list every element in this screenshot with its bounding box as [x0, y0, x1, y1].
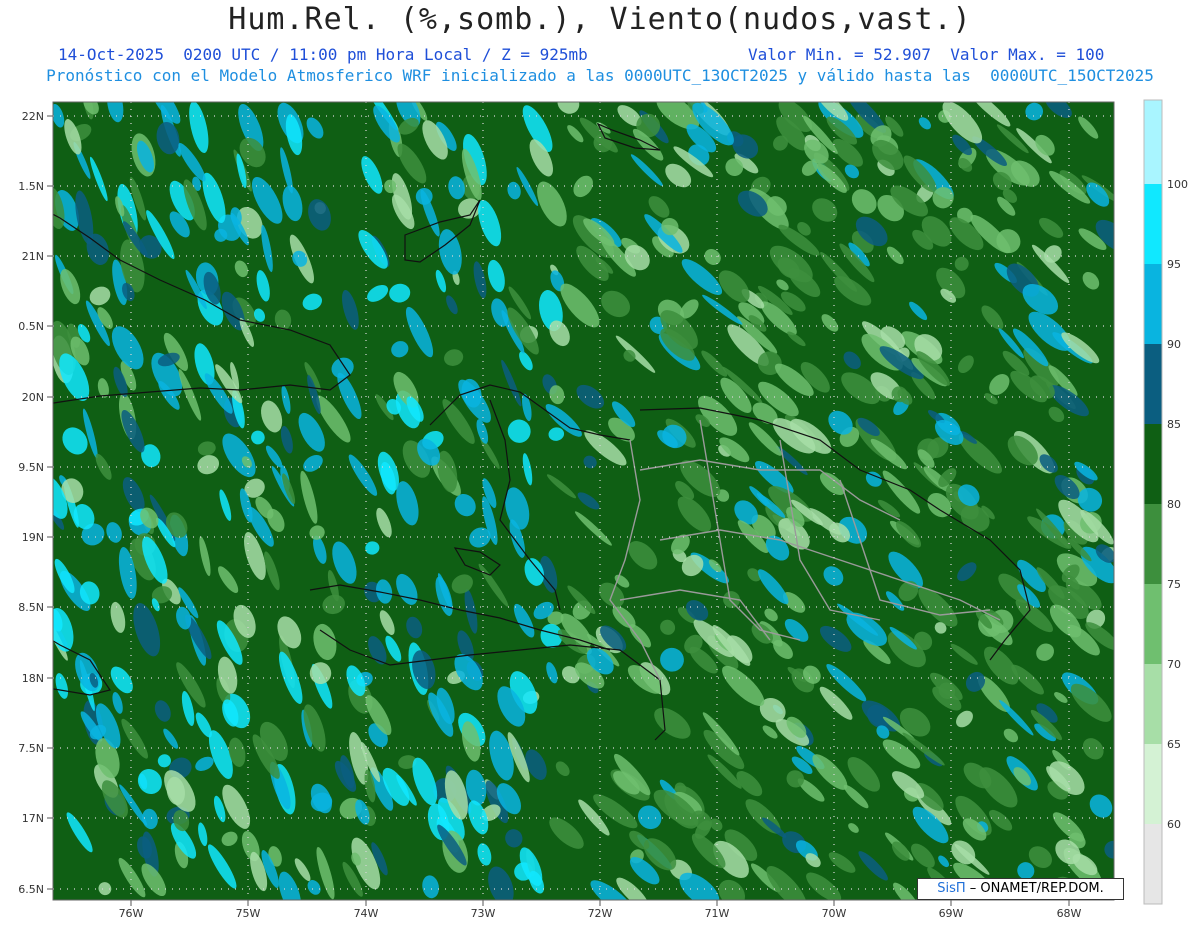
lat-label: 7.5N — [18, 742, 44, 755]
legend-label: 100 — [1167, 178, 1188, 191]
lat-label: 20N — [22, 391, 44, 404]
legend-swatch — [1144, 584, 1162, 664]
legend-swatch — [1144, 424, 1162, 504]
legend-label: 65 — [1167, 738, 1181, 751]
legend-label: 60 — [1167, 818, 1181, 831]
credit-text: – ONAMET/REP.DOM. — [969, 881, 1104, 896]
legend-label: 70 — [1167, 658, 1181, 671]
lon-label: 68W — [1057, 907, 1082, 920]
lat-label: 21N — [22, 250, 44, 263]
legend-label: 80 — [1167, 498, 1181, 511]
legend-swatch — [1144, 184, 1162, 264]
humidity-map: 22N 1.5N 21N 0.5N 20N 9.5N 19N 8.5N 18N … — [18, 99, 1188, 920]
legend-swatch — [1144, 824, 1162, 904]
lon-label: 74W — [354, 907, 379, 920]
lat-label: 22N — [22, 110, 44, 123]
legend-swatch — [1144, 504, 1162, 584]
legend-swatch — [1144, 100, 1162, 184]
lon-label: 72W — [588, 907, 613, 920]
lat-label: 9.5N — [18, 461, 44, 474]
lon-label: 69W — [939, 907, 964, 920]
lon-label: 71W — [705, 907, 730, 920]
lon-label: 73W — [471, 907, 496, 920]
lat-label: 1.5N — [18, 180, 44, 193]
lon-label: 75W — [236, 907, 261, 920]
lat-label: 17N — [22, 812, 44, 825]
lat-label: 6.5N — [18, 883, 44, 896]
legend-label: 75 — [1167, 578, 1181, 591]
legend-label: 85 — [1167, 418, 1181, 431]
credit-box: SisΠ – ONAMET/REP.DOM. — [917, 878, 1124, 900]
legend-swatch — [1144, 264, 1162, 344]
legend-label: 95 — [1167, 258, 1181, 271]
latitude-labels: 22N 1.5N 21N 0.5N 20N 9.5N 19N 8.5N 18N … — [18, 110, 44, 896]
sispi-logo-text: SisΠ — [937, 881, 966, 896]
color-legend: 60 65 70 75 80 85 90 95 100 — [1143, 99, 1188, 905]
longitude-labels: 76W 75W 74W 73W 72W 71W 70W 69W 68W — [119, 907, 1082, 920]
lon-label: 70W — [822, 907, 847, 920]
legend-swatch — [1144, 344, 1162, 424]
legend-label: 90 — [1167, 338, 1181, 351]
lat-label: 19N — [22, 531, 44, 544]
lon-label: 76W — [119, 907, 144, 920]
lat-label: 8.5N — [18, 601, 44, 614]
legend-swatch — [1144, 664, 1162, 744]
legend-swatch — [1144, 744, 1162, 824]
lat-label: 18N — [22, 672, 44, 685]
lat-label: 0.5N — [18, 320, 44, 333]
